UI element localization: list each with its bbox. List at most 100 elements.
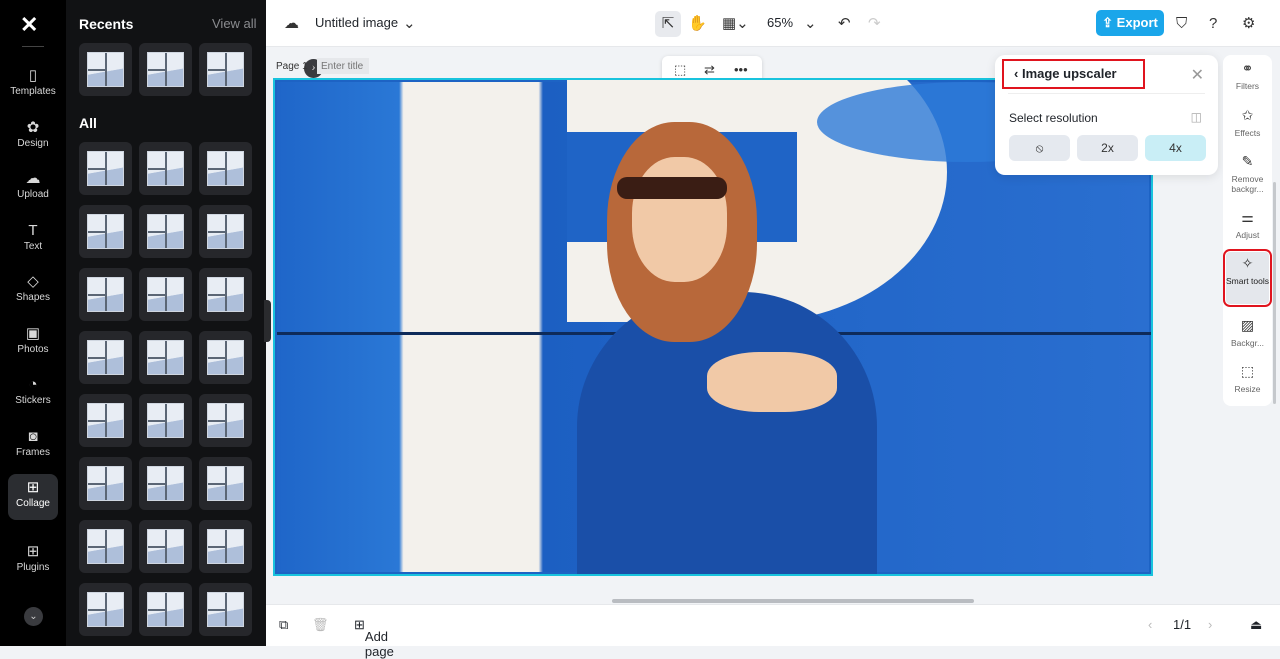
collage-template[interactable] [199, 268, 252, 321]
resolution-4x-button[interactable]: 4x [1145, 135, 1206, 161]
next-page-icon[interactable]: › [1208, 617, 1212, 632]
collage-template[interactable] [139, 142, 192, 195]
collage-template[interactable] [199, 394, 252, 447]
tool-filters[interactable]: ⚭ Filters [1226, 61, 1269, 91]
collage-template[interactable] [199, 142, 252, 195]
rail-item-label: Shapes [16, 292, 50, 303]
photos-icon: ▣ [25, 324, 41, 342]
replace-icon[interactable]: ⇄ [704, 62, 715, 78]
redo-icon[interactable]: ↷ [868, 11, 881, 37]
close-icon[interactable]: ✕ [1191, 65, 1204, 85]
undo-icon[interactable]: ↶ [838, 11, 851, 37]
collage-preview [207, 529, 244, 564]
page-label: Page 1 - [276, 61, 314, 72]
tool-resize[interactable]: ⬚ Resize [1226, 364, 1269, 394]
prev-page-icon[interactable]: ‹ [1148, 617, 1152, 632]
collage-template[interactable] [139, 457, 192, 510]
frames-icon: ◙ [28, 427, 38, 445]
export-button[interactable]: ⇪ Export [1096, 10, 1164, 36]
select-tool-icon[interactable]: ⇱ [655, 11, 681, 37]
collage-template[interactable] [79, 583, 132, 636]
back-button[interactable]: ‹ Image upscaler [1002, 59, 1145, 89]
tool-icon: ✧ [1241, 255, 1254, 271]
layout-icon[interactable]: ▦⌄ [722, 11, 749, 37]
compare-icon[interactable]: ◫ [1191, 110, 1202, 124]
collage-template[interactable] [79, 457, 132, 510]
panel-collapse-handle[interactable] [264, 300, 271, 342]
collage-template[interactable] [139, 205, 192, 258]
collage-template[interactable] [79, 142, 132, 195]
canvas-scrollbar[interactable] [612, 599, 974, 603]
resolution-2x-button[interactable]: 2x [1077, 135, 1138, 161]
chevron-down-icon[interactable]: ⌄ [804, 11, 817, 37]
collage-template[interactable] [199, 205, 252, 258]
tool-smart-tools[interactable]: ✧ Smart tools [1223, 249, 1272, 307]
collage-icon: ⊞ [26, 479, 40, 496]
add-page-button[interactable]: ⊞ Add page [354, 617, 394, 659]
rail-item-shapes[interactable]: ◇ Shapes [8, 268, 58, 314]
tool-label: Resize [1234, 384, 1261, 394]
rail-item-label: Design [17, 137, 49, 149]
tool-backgr-[interactable]: ▨ Backgr... [1226, 318, 1269, 348]
chevron-down-icon[interactable]: ⌄ [403, 11, 416, 37]
collage-template[interactable] [79, 205, 132, 258]
collage-template[interactable] [199, 331, 252, 384]
help-icon[interactable]: ? [1209, 11, 1217, 37]
collage-template[interactable] [79, 394, 132, 447]
rail-item-label: Frames [16, 446, 50, 458]
hand-tool-icon[interactable]: ✋ [688, 11, 707, 37]
zoom-level[interactable]: 65% [767, 15, 793, 30]
shield-icon[interactable]: ⛉ [1176, 11, 1187, 37]
recent-collage-template[interactable] [199, 43, 252, 96]
recent-collage-template[interactable] [139, 43, 192, 96]
collage-template[interactable] [139, 268, 192, 321]
collage-preview [87, 592, 124, 627]
collage-template[interactable] [199, 457, 252, 510]
view-all-link[interactable]: View all [212, 16, 257, 31]
tools-scrollbar[interactable] [1273, 182, 1276, 404]
left-rail: ✕ ▯ Templates ✿ Design ☁ Upload T Text ◇ Shapes ▣ P… [0, 0, 66, 646]
chevron-down-icon[interactable]: ⌄ [24, 607, 43, 626]
collage-template[interactable] [79, 331, 132, 384]
page-title-input[interactable] [317, 58, 369, 74]
tool-remove-backgr-[interactable]: ✎ Remove backgr... [1226, 154, 1269, 194]
rail-item-upload[interactable]: ☁ Upload [8, 165, 58, 211]
tool-effects[interactable]: ✩ Effects [1226, 107, 1269, 138]
select-area-icon[interactable]: ⬚ [674, 62, 686, 78]
collage-template[interactable] [79, 268, 132, 321]
page-count: 1/1 [1173, 617, 1192, 632]
rail-item-collage[interactable]: ⊞ Collage [8, 474, 58, 520]
tool-icon: ✩ [1241, 107, 1254, 123]
collage-template[interactable] [79, 520, 132, 573]
document-title[interactable]: Untitled image [315, 15, 398, 30]
rail-item-templates[interactable]: ▯ Templates [8, 62, 58, 108]
rail-item-design[interactable]: ✿ Design [8, 114, 58, 160]
gear-icon[interactable]: ⚙ [1242, 11, 1255, 37]
rail-item-text[interactable]: T Text [8, 217, 58, 263]
collage-template[interactable] [139, 583, 192, 636]
collage-template[interactable] [199, 583, 252, 636]
tool-label: Smart tools [1226, 276, 1269, 286]
rail-item-frames[interactable]: ◙ Frames [8, 423, 58, 469]
collage-template[interactable] [139, 520, 192, 573]
export-label: Export [1116, 15, 1158, 30]
collage-preview [87, 52, 124, 87]
tool-adjust[interactable]: ⚌ Adjust [1226, 210, 1269, 240]
rail-item-stickers[interactable]: ◔ Stickers [8, 371, 58, 417]
collage-template[interactable] [139, 331, 192, 384]
collage-template[interactable] [199, 520, 252, 573]
collage-preview [147, 340, 184, 375]
duplicate-page-icon[interactable]: ⧉ [279, 617, 288, 633]
cloud-icon[interactable]: ☁ [284, 11, 299, 37]
collage-preview [207, 151, 244, 186]
more-icon[interactable]: ••• [734, 62, 748, 77]
collage-preview [207, 403, 244, 438]
collage-template[interactable] [139, 394, 192, 447]
recent-collage-template[interactable] [79, 43, 132, 96]
rail-item-photos[interactable]: ▣ Photos [8, 320, 58, 366]
page-manager-icon[interactable]: ⏏ [1250, 617, 1262, 633]
trash-icon[interactable]: 🗑 [312, 617, 329, 633]
rail-item-plugins[interactable]: ⊞ Plugins [8, 538, 58, 584]
resolution-none-button[interactable]: ⦸ [1009, 135, 1070, 161]
capcut-logo-icon[interactable]: ✕ [20, 12, 38, 38]
